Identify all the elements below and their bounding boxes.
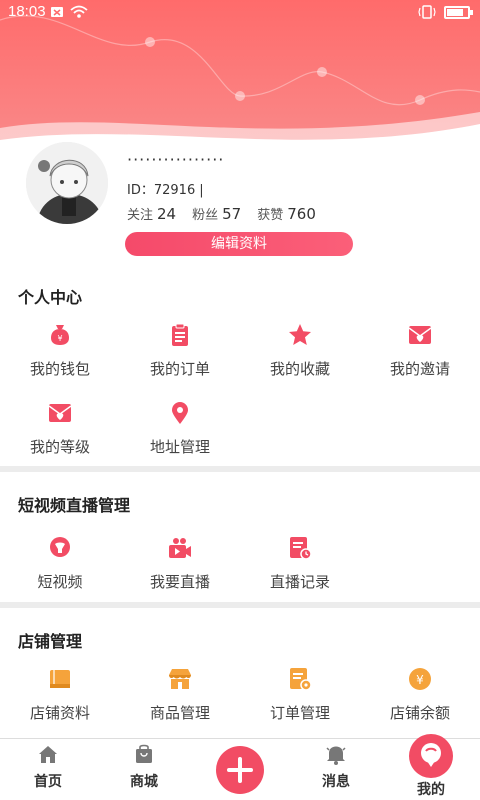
grid-item-label: 店铺余额 <box>389 704 450 722</box>
grid-item-label: 我的等级 <box>29 438 90 456</box>
grid-item-products[interactable]: 商品管理 <box>120 666 240 723</box>
grid-item-label: 地址管理 <box>149 438 210 456</box>
grid-item-invite[interactable]: 我的邀请 <box>360 322 480 379</box>
nav-mall-label: 商城 <box>130 774 158 790</box>
grid-item-label: 订单管理 <box>269 704 330 722</box>
section-divider <box>0 602 480 608</box>
follow-stat[interactable]: 关注 24 <box>127 204 176 223</box>
grid-item-live-record[interactable]: 直播记录 <box>240 535 360 592</box>
grid-item-shop-profile[interactable]: 店铺资料 <box>0 666 120 723</box>
grid-item-label: 我的邀请 <box>389 360 450 378</box>
follow-count: 24 <box>157 205 177 223</box>
grid-item-short-video[interactable]: 短视频 <box>0 535 120 592</box>
store-icon <box>169 669 191 689</box>
profile-stats: 关注 24 粉丝 57 获赞 760 <box>127 204 316 223</box>
grid-item-level[interactable]: 我的等级 <box>0 400 120 457</box>
follow-label: 关注 <box>127 208 154 223</box>
svg-text:¥: ¥ <box>416 673 424 687</box>
status-time: 18:03 <box>8 3 46 20</box>
nickname: ················ <box>127 150 225 169</box>
fans-label: 粉丝 <box>192 208 219 223</box>
battery-icon <box>444 6 473 19</box>
wifi-icon <box>70 5 88 18</box>
grid-item-go-live[interactable]: 我要直播 <box>120 535 240 592</box>
shop-title: 店铺管理 <box>18 632 83 651</box>
level-mail-icon <box>48 404 72 422</box>
notification-icon <box>51 7 63 17</box>
order-icon <box>172 323 188 346</box>
invite-mail-icon <box>408 326 432 344</box>
personal-center-title: 个人中心 <box>18 288 83 307</box>
user-id-label: ID： <box>127 183 154 198</box>
grid-item-label: 店铺资料 <box>29 704 90 722</box>
svg-text:¥: ¥ <box>57 334 62 343</box>
nav-mall[interactable]: 商城 <box>104 743 184 791</box>
short-video-icon <box>50 537 70 557</box>
vibrate-icon <box>418 5 436 19</box>
yen-coin-icon: ¥ <box>409 668 431 690</box>
grid-item-address[interactable]: 地址管理 <box>120 400 240 457</box>
grid-item-order-manage[interactable]: 订单管理 <box>240 666 360 723</box>
nav-home-label: 首页 <box>34 774 62 790</box>
bell-icon <box>326 746 346 765</box>
wallet-icon: ¥ <box>51 325 69 345</box>
fans-stat[interactable]: 粉丝 57 <box>192 204 241 223</box>
grid-item-label: 我的订单 <box>149 360 210 378</box>
star-icon <box>289 324 311 345</box>
avatar-image <box>26 142 108 224</box>
grid-item-label: 我的钱包 <box>29 360 90 378</box>
live-record-icon <box>290 537 312 560</box>
nav-messages[interactable]: 消息 <box>296 743 376 791</box>
nav-mine-label: 我的 <box>417 782 445 798</box>
likes-stat: 获赞 760 <box>257 204 316 223</box>
avatar[interactable] <box>24 140 110 226</box>
section-divider <box>0 466 480 472</box>
shop-profile-icon <box>50 670 70 688</box>
grid-item-favorites[interactable]: 我的收藏 <box>240 322 360 379</box>
grid-item-label: 直播记录 <box>269 573 330 591</box>
publish-plus-button[interactable] <box>216 746 264 794</box>
grid-item-shop-balance[interactable]: ¥ 店铺余额 <box>360 666 480 723</box>
grid-item-label: 商品管理 <box>149 704 210 722</box>
likes-label: 获赞 <box>257 208 284 223</box>
user-id-value: 72916 <box>153 183 196 198</box>
nav-messages-label: 消息 <box>322 774 350 790</box>
video-live-title: 短视频直播管理 <box>18 496 131 515</box>
profile-header-background: 18:03 <box>0 0 480 150</box>
edit-profile-button[interactable]: 编辑资料 <box>125 232 353 256</box>
nav-home[interactable]: 首页 <box>8 743 88 791</box>
user-icon <box>421 743 441 767</box>
grid-item-orders[interactable]: 我的订单 <box>120 322 240 379</box>
camera-icon <box>169 538 191 558</box>
nav-mine[interactable]: 我的 <box>391 779 471 799</box>
mine-active-indicator[interactable] <box>409 734 453 778</box>
shopping-bag-icon <box>136 744 152 763</box>
order-manage-icon <box>290 668 312 691</box>
grid-item-wallet[interactable]: ¥ 我的钱包 <box>0 322 120 379</box>
fans-count: 57 <box>222 205 242 223</box>
location-icon <box>172 402 188 424</box>
home-icon <box>39 746 57 763</box>
likes-count: 760 <box>287 205 316 223</box>
grid-item-label: 我要直播 <box>149 573 210 591</box>
grid-item-label: 我的收藏 <box>269 360 330 378</box>
status-bar: 18:03 <box>0 0 480 26</box>
grid-item-label: 短视频 <box>37 573 83 591</box>
user-id: ID：72916 | <box>127 183 204 198</box>
